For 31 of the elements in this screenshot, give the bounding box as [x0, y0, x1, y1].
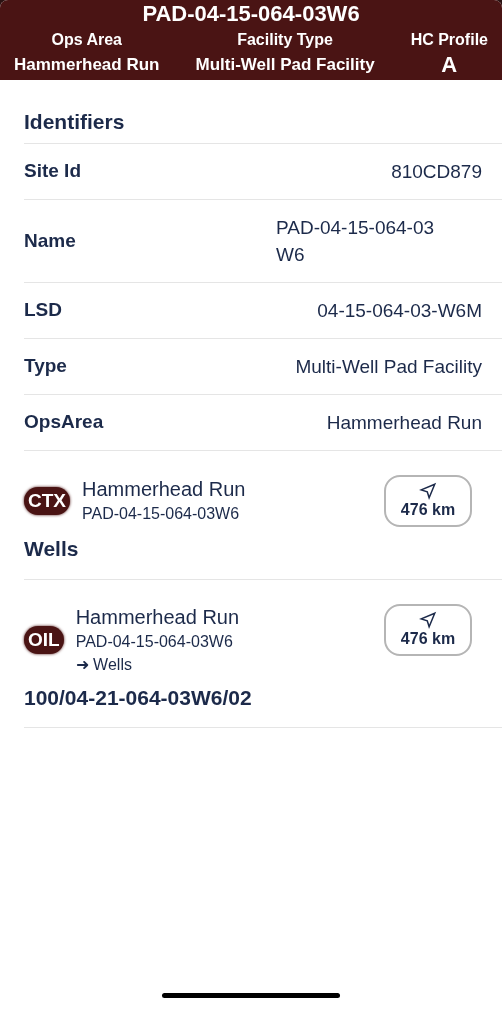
field-label: Name — [24, 228, 76, 253]
field-value: Multi-Well Pad Facility — [295, 355, 482, 379]
field-value: Hammerhead Run — [326, 411, 482, 435]
distance-button[interactable]: 476 km — [384, 475, 472, 527]
column-label: Facility Type — [237, 30, 333, 50]
column-value: A — [441, 52, 458, 78]
column-value: Hammerhead Run — [14, 54, 160, 76]
type-badge: OIL — [24, 625, 64, 654]
item-subtitle: PAD-04-15-064-03W6 — [82, 504, 241, 524]
navigation-arrow-icon — [419, 482, 437, 500]
field-value: 04-15-064-03-W6M — [317, 299, 482, 323]
field-label: OpsArea — [24, 410, 104, 435]
field-label: Type — [24, 354, 67, 379]
field-value: PAD-04-15-064-03 W6 — [276, 216, 436, 267]
item-title: Hammerhead Run — [82, 477, 247, 502]
section-heading: Identifiers — [24, 108, 125, 135]
wells-link[interactable]: ➜ Wells — [75, 653, 384, 676]
distance-button[interactable]: 476 km — [384, 603, 472, 656]
item-subtitle: PAD-04-15-064-03W6 — [75, 631, 234, 652]
column-value: Multi-Well Pad Facility — [195, 54, 375, 76]
page-title: PAD-04-15-064-03W6 — [142, 0, 360, 28]
type-badge: CTX — [24, 487, 70, 515]
item-footer: 100/04-21-064-03W6/02 — [24, 681, 502, 713]
column-label: HC Profile — [410, 30, 488, 50]
item-title: Hammerhead Run — [75, 604, 241, 630]
field-label: Site Id — [24, 159, 81, 184]
column-label: Ops Area — [51, 30, 122, 50]
field-label: LSD — [24, 298, 62, 323]
navigation-arrow-icon — [419, 610, 437, 629]
item-footer: Wells — [24, 533, 502, 565]
field-value: 810CD879 — [391, 160, 482, 184]
